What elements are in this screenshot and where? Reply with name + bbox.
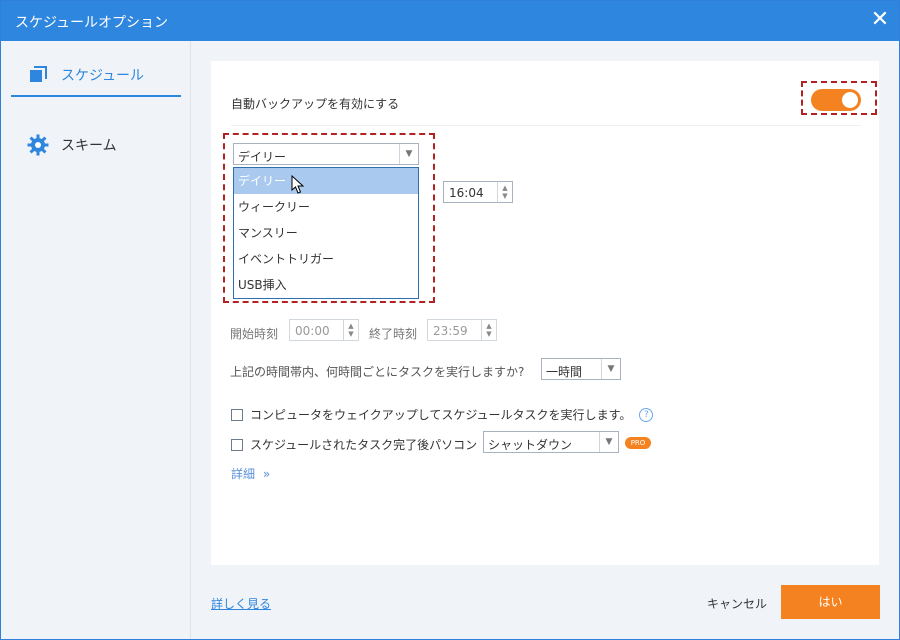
sidebar: スケジュール スキーム bbox=[1, 41, 191, 639]
enable-backup-toggle[interactable] bbox=[811, 89, 861, 111]
interval-label: 上記の時間帯内、何時間ごとにタスクを実行しますか? bbox=[230, 365, 525, 379]
dropdown-option-event-trigger[interactable]: イベントトリガー bbox=[234, 246, 418, 272]
start-time-label: 開始時刻 bbox=[230, 327, 279, 341]
chevron-down-icon: ▼ bbox=[599, 432, 618, 452]
chevron-down-icon: ▼ bbox=[399, 144, 418, 164]
enable-backup-row: 自動バックアップを有効にする bbox=[231, 81, 877, 126]
dropdown-option-usb[interactable]: USB挿入 bbox=[234, 272, 418, 298]
time-value: 16:04 bbox=[449, 186, 484, 200]
after-task-value: シャットダウン bbox=[488, 438, 573, 452]
time-spinner[interactable]: 16:04 ▲ ▼ bbox=[443, 181, 513, 203]
copy-icon bbox=[27, 64, 49, 86]
mouse-cursor-icon bbox=[291, 175, 305, 194]
title-bar: スケジュールオプション ✕ bbox=[1, 1, 899, 41]
toggle-knob bbox=[842, 92, 858, 108]
frequency-value: デイリー bbox=[238, 150, 287, 164]
toggle-highlight bbox=[801, 81, 877, 115]
help-icon[interactable]: ? bbox=[639, 407, 654, 422]
sidebar-item-schedule[interactable]: スケジュール bbox=[11, 55, 181, 97]
after-task-checkbox[interactable] bbox=[231, 438, 243, 451]
sidebar-item-label: スキーム bbox=[61, 138, 117, 154]
sidebar-item-scheme[interactable]: スキーム bbox=[11, 125, 181, 165]
gear-icon bbox=[27, 134, 49, 156]
spinner-arrows-icon[interactable]: ▲ ▼ bbox=[343, 320, 358, 340]
start-time-spinner[interactable]: 00:00 ▲ ▼ bbox=[289, 319, 359, 341]
after-task-label: スケジュールされたタスク完了後パソコン bbox=[250, 438, 478, 452]
double-chevron-down-icon: » bbox=[262, 467, 271, 481]
pro-badge: PRO bbox=[625, 437, 651, 449]
dropdown-option-daily[interactable]: デイリー bbox=[234, 168, 418, 194]
details-label: 詳細 bbox=[231, 467, 256, 481]
sidebar-item-label: スケジュール bbox=[61, 68, 145, 84]
window-title: スケジュールオプション bbox=[15, 15, 169, 31]
spinner-arrows-icon[interactable]: ▲ ▼ bbox=[481, 320, 496, 340]
learn-more-link[interactable]: 詳しく見る bbox=[211, 595, 271, 612]
frequency-dropdown: デイリー ウィークリー マンスリー イベントトリガー USB挿入 bbox=[233, 167, 419, 299]
schedule-options-dialog: スケジュールオプション ✕ スケジュール スキーム 自動バックアップを有効にする… bbox=[0, 0, 900, 640]
close-icon[interactable]: ✕ bbox=[869, 9, 891, 31]
dropdown-option-weekly[interactable]: ウィークリー bbox=[234, 194, 418, 220]
end-time-spinner[interactable]: 23:59 ▲ ▼ bbox=[427, 319, 497, 341]
after-task-select[interactable]: シャットダウン ▼ bbox=[483, 431, 619, 453]
end-time-value: 23:59 bbox=[433, 324, 468, 338]
after-task-row: スケジュールされたタスク完了後パソコン bbox=[231, 436, 477, 453]
enable-backup-label: 自動バックアップを有効にする bbox=[231, 97, 400, 111]
end-time-label: 終了時刻 bbox=[369, 327, 418, 341]
spinner-arrows-icon[interactable]: ▲ ▼ bbox=[497, 182, 512, 202]
wake-label: コンピュータをウェイクアップしてスケジュールタスクを実行します。 bbox=[250, 408, 632, 422]
details-toggle[interactable]: 詳細 » bbox=[231, 465, 270, 482]
chevron-down-icon: ▼ bbox=[601, 359, 620, 379]
ok-button[interactable]: はい bbox=[781, 585, 880, 619]
schedule-panel: 自動バックアップを有効にする 16:04 ▲ ▼ デイリー ▼ デイリー ウィーク… bbox=[211, 61, 879, 565]
interval-value: 一時間 bbox=[546, 365, 583, 379]
frequency-highlight: デイリー ▼ デイリー ウィークリー マンスリー イベントトリガー USB挿入 bbox=[223, 133, 435, 303]
frequency-select[interactable]: デイリー ▼ bbox=[233, 143, 419, 165]
start-time-value: 00:00 bbox=[295, 324, 330, 338]
wake-row: コンピュータをウェイクアップしてスケジュールタスクを実行します。 ? bbox=[231, 406, 654, 423]
dropdown-option-monthly[interactable]: マンスリー bbox=[234, 220, 418, 246]
cancel-button[interactable]: キャンセル bbox=[707, 595, 767, 612]
wake-checkbox[interactable] bbox=[231, 408, 243, 421]
interval-select[interactable]: 一時間 ▼ bbox=[541, 358, 621, 380]
